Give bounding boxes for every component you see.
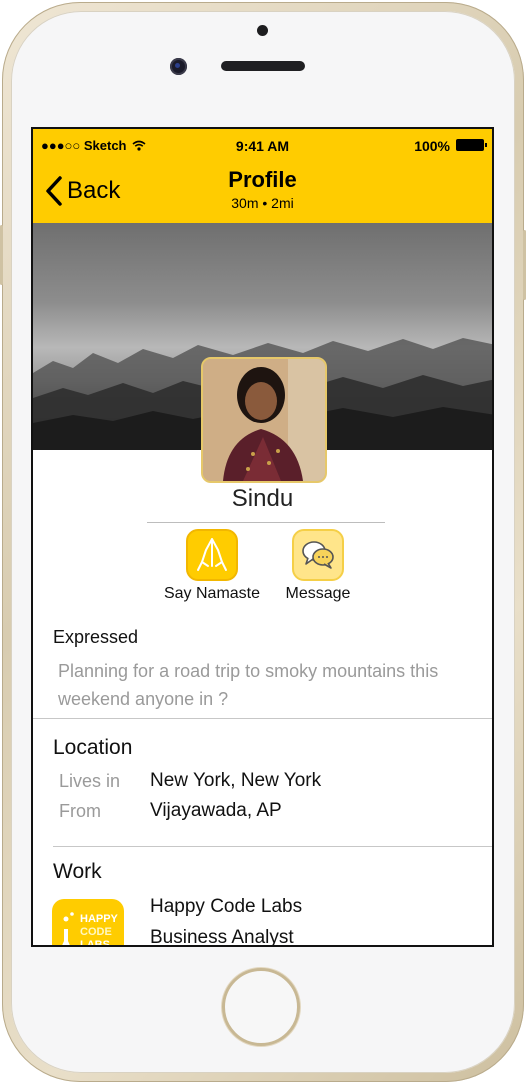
lives-in-value: New York, New York (150, 770, 322, 791)
screen: ●●●○○ Sketch 9:41 AM 100% Back Profile 3… (31, 127, 494, 947)
location-heading: Location (53, 736, 133, 759)
section-divider (33, 718, 492, 719)
company-name: Happy Code Labs (150, 896, 303, 917)
battery-icon (456, 139, 487, 151)
message-label: Message (285, 585, 351, 602)
chat-bubbles-icon (292, 529, 344, 581)
status-bar: ●●●○○ Sketch 9:41 AM 100% (33, 129, 492, 159)
volume-button (0, 225, 3, 285)
battery-percent: 100% (414, 138, 450, 154)
home-button[interactable] (222, 968, 300, 1046)
company-logo: HAPPY CODE LABS (52, 899, 124, 947)
message-button[interactable]: Message (278, 529, 358, 603)
proximity-sensor (257, 25, 268, 36)
section-divider (53, 846, 492, 847)
company-logo-text: HAPPY CODE LABS (80, 913, 118, 947)
profile-name: Sindu (231, 485, 294, 512)
power-button (523, 230, 526, 300)
work-heading: Work (53, 860, 102, 883)
lives-in-label: Lives in (59, 771, 121, 791)
distance-subtitle: 30m • 2mi (231, 195, 294, 211)
front-camera (170, 58, 187, 75)
nav-bar: Back Profile 30m • 2mi (33, 159, 492, 223)
namaste-hands-icon (186, 529, 238, 581)
say-namaste-label: Say Namaste (163, 585, 261, 602)
earpiece-speaker (221, 61, 305, 71)
from-label: From (59, 801, 101, 821)
name-divider (147, 522, 385, 523)
avatar (201, 357, 327, 483)
job-role: Business Analyst (150, 927, 294, 947)
expressed-heading: Expressed (53, 627, 139, 647)
page-title: Profile (228, 167, 297, 192)
expressed-text: Planning for a road trip to smoky mounta… (58, 661, 439, 709)
say-namaste-button[interactable]: Say Namaste (157, 529, 267, 603)
from-value: Vijayawada, AP (150, 800, 282, 821)
